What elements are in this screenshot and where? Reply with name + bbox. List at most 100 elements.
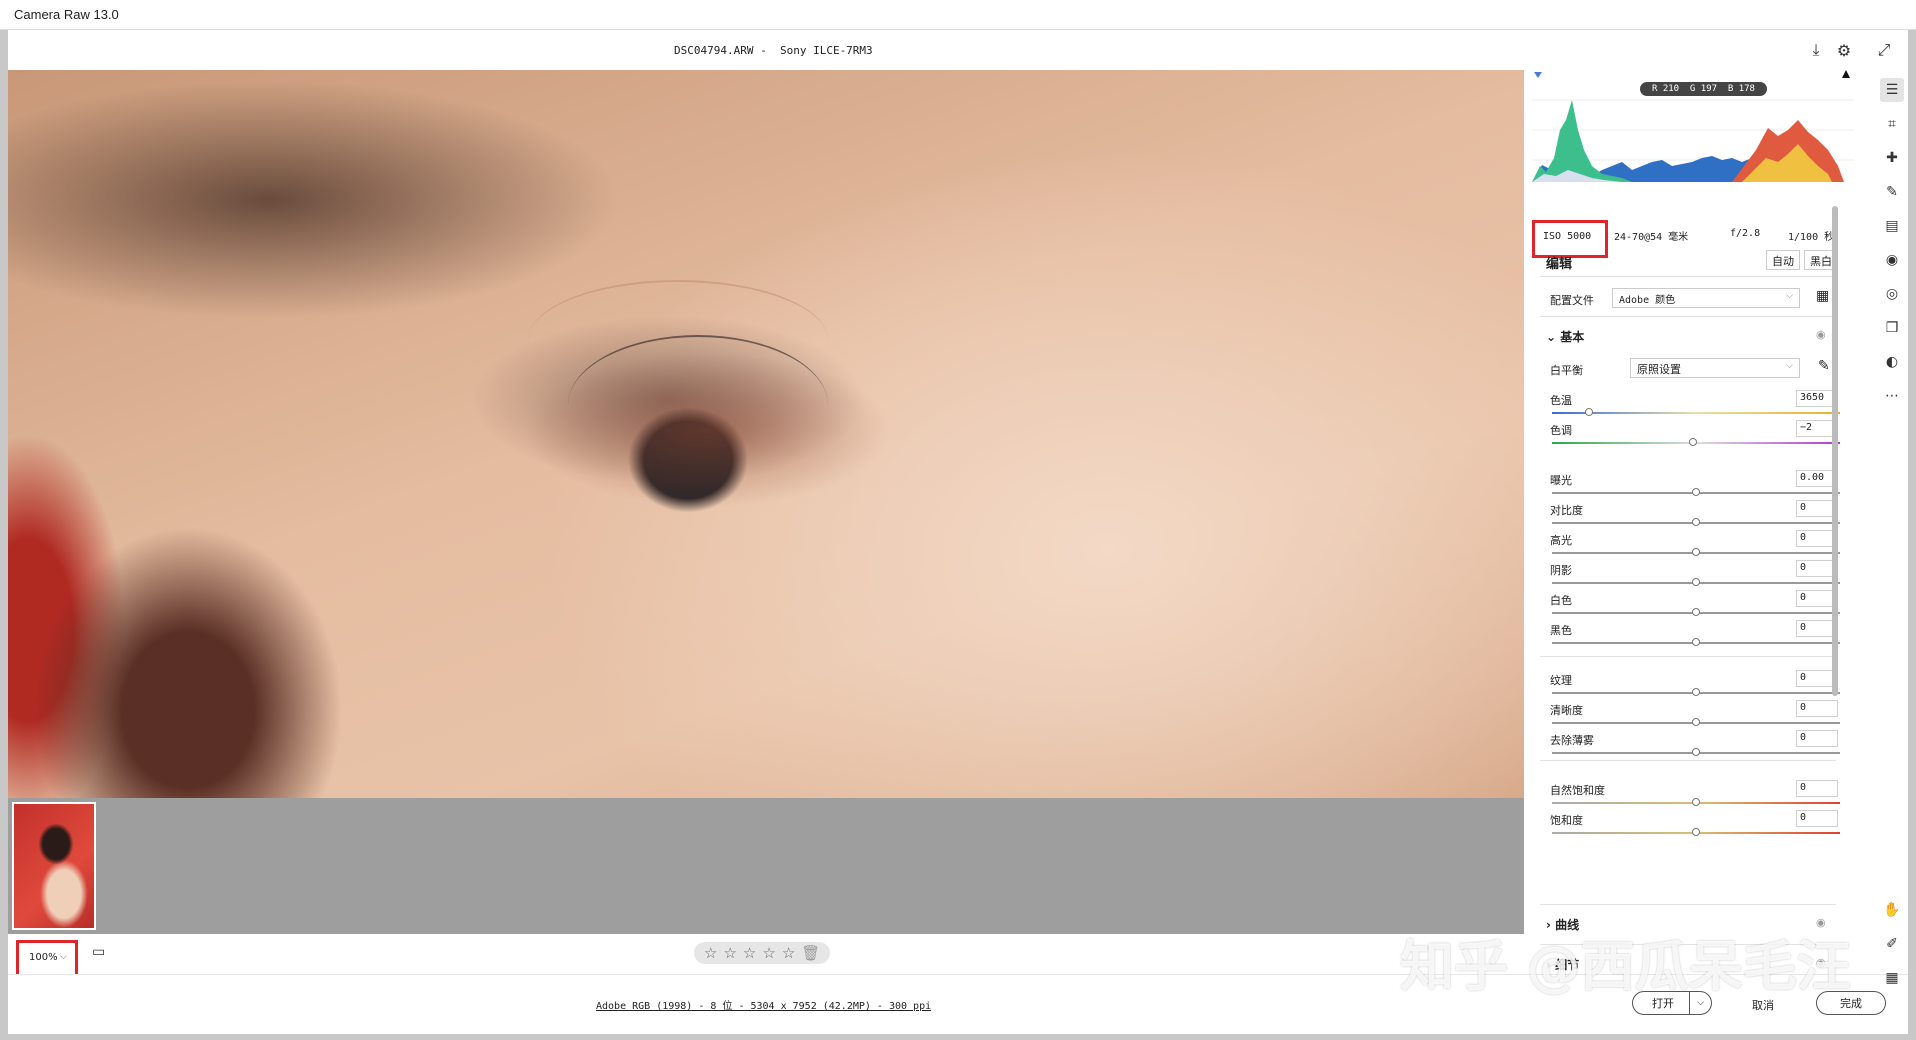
section-basic[interactable]: ⌄ 基本: [1546, 328, 1584, 345]
app-title: Camera Raw 13.0: [14, 7, 119, 22]
chevron-down-icon: ⌵: [1786, 361, 1793, 371]
slider-thumb[interactable]: [1692, 608, 1700, 616]
camera-raw-window: DSC04794.ARW - Sony ILCE-7RM3 ⤓ ⚙ ⤢ 100%…: [8, 30, 1908, 1034]
slider-thumb[interactable]: [1692, 718, 1700, 726]
exif-info: ISO 5000 24-70@54 毫米 f/2.8 1/100 秒: [1526, 220, 1858, 258]
rgb-readout: R 210 G 197 B 178: [1640, 82, 1767, 96]
filmstrip: [8, 798, 1524, 934]
divider: [1540, 760, 1836, 761]
shutter-value: 1/100 秒: [1788, 232, 1835, 243]
slider-thumb[interactable]: [1692, 488, 1700, 496]
slider-thumb[interactable]: [1585, 408, 1594, 416]
crop-icon[interactable]: ⌗: [1880, 112, 1904, 136]
slider-label: 色调: [1550, 424, 1572, 437]
trash-icon[interactable]: 🗑: [801, 944, 820, 962]
bottom-toolbar: 100% ⌵ ▭ ☆ ☆ ☆ ☆ ☆ 🗑: [8, 934, 1524, 978]
snapshots-icon[interactable]: ❐: [1880, 316, 1904, 340]
grid-icon[interactable]: ▦: [1880, 966, 1904, 990]
auto-button[interactable]: 自动: [1766, 250, 1800, 270]
histogram: R 210 G 197 B 178: [1532, 70, 1854, 192]
slider-label: 阴影: [1550, 564, 1572, 577]
chevron-down-icon: ⌵: [60, 952, 67, 962]
divider: [1540, 904, 1836, 905]
image-preview[interactable]: [8, 70, 1524, 798]
slider-track[interactable]: [1552, 748, 1840, 756]
star-icon[interactable]: ☆: [723, 944, 736, 962]
slider-track[interactable]: [1552, 548, 1840, 556]
slider-track[interactable]: [1552, 608, 1840, 616]
watermark-text: 知乎 @西瓜呆毛汪: [1400, 935, 1851, 998]
eye-icon[interactable]: ◉: [1816, 328, 1826, 341]
slider-label: 清晰度: [1550, 704, 1583, 717]
edit-panel: R 210 G 197 B 178 ISO 5000 24-70@54 毫米 f…: [1526, 70, 1858, 974]
slider-label: 白色: [1550, 594, 1572, 607]
slider-label: 黑色: [1550, 624, 1572, 637]
slider-track[interactable]: [1552, 638, 1840, 646]
slider-thumb[interactable]: [1692, 578, 1700, 586]
slider-label: 去除薄雾: [1550, 734, 1594, 747]
slider-thumb[interactable]: [1692, 798, 1700, 806]
slider-track[interactable]: [1552, 828, 1840, 836]
save-icon[interactable]: ⤓: [1806, 40, 1826, 60]
chevron-down-icon: ⌵: [1786, 291, 1793, 301]
more-icon[interactable]: ⋯: [1880, 384, 1904, 408]
workflow-options-link[interactable]: Adobe RGB (1998) - 8 位 - 5304 x 7952 (42…: [596, 997, 931, 1012]
gradient-icon[interactable]: ▤: [1880, 214, 1904, 238]
filmstrip-toggle-icon[interactable]: ▭: [92, 944, 105, 960]
edit-sliders-icon[interactable]: ☰: [1880, 78, 1904, 102]
scrollbar-thumb[interactable]: [1832, 206, 1838, 696]
slider-thumb[interactable]: [1692, 638, 1700, 646]
lens-value: 24-70@54 毫米: [1614, 232, 1689, 243]
slider-label: 纹理: [1550, 674, 1572, 687]
panel-scrollbar[interactable]: [1830, 206, 1840, 896]
slider-track[interactable]: [1552, 438, 1840, 446]
hand-icon[interactable]: ✋: [1880, 898, 1904, 922]
slider-thumb[interactable]: [1692, 548, 1700, 556]
profile-browser-icon[interactable]: ▦: [1816, 288, 1829, 304]
tool-strip: ☰ ⌗ ✚ ✎ ▤ ◉ ◎ ❐ ◐ ⋯ ✋ ✐ ▦: [1876, 70, 1908, 986]
radial-filter-icon[interactable]: ◉: [1880, 248, 1904, 272]
zoom-select[interactable]: 100% ⌵: [16, 940, 78, 978]
slider-label: 色温: [1550, 394, 1572, 407]
divider: [1540, 276, 1836, 277]
red-eye-icon[interactable]: ◎: [1880, 282, 1904, 306]
star-icon[interactable]: ☆: [704, 944, 717, 962]
fullscreen-icon[interactable]: ⤢: [1874, 40, 1894, 60]
slider-track[interactable]: [1552, 688, 1840, 696]
iso-value: ISO 5000: [1543, 231, 1592, 242]
star-icon[interactable]: ☆: [782, 944, 795, 962]
wb-select[interactable]: 原照设置 ⌵: [1630, 358, 1800, 378]
file-name: DSC04794.ARW - Sony ILCE-7RM3: [674, 44, 873, 57]
slider-label: 自然饱和度: [1550, 784, 1605, 797]
filmstrip-thumbnail[interactable]: [12, 802, 96, 930]
slider-thumb[interactable]: [1689, 438, 1698, 446]
profile-label: 配置文件: [1550, 294, 1594, 307]
eyedropper-icon[interactable]: ✎: [1818, 358, 1830, 374]
divider: [1540, 316, 1836, 317]
slider-thumb[interactable]: [1692, 688, 1700, 696]
color-sampler-icon[interactable]: ✐: [1880, 932, 1904, 956]
healing-icon[interactable]: ✚: [1880, 146, 1904, 170]
edit-title: 编辑: [1546, 257, 1573, 272]
aperture-value: f/2.8: [1730, 228, 1761, 239]
slider-thumb[interactable]: [1692, 518, 1700, 526]
slider-track[interactable]: [1552, 408, 1840, 416]
slider-thumb[interactable]: [1692, 748, 1700, 756]
profile-select[interactable]: Adobe 颜色 ⌵: [1612, 288, 1800, 308]
presets-icon[interactable]: ◐: [1880, 350, 1904, 374]
star-icon[interactable]: ☆: [743, 944, 756, 962]
wb-label: 白平衡: [1550, 364, 1583, 377]
slider-track[interactable]: [1552, 518, 1840, 526]
file-bar: DSC04794.ARW - Sony ILCE-7RM3 ⤓ ⚙ ⤢: [8, 30, 1908, 70]
slider-thumb[interactable]: [1692, 828, 1700, 836]
slider-track[interactable]: [1552, 578, 1840, 586]
section-basic-title: 基本: [1560, 330, 1585, 344]
slider-track[interactable]: [1552, 488, 1840, 496]
gear-icon[interactable]: ⚙: [1834, 40, 1854, 60]
wb-value: 原照设置: [1637, 363, 1681, 376]
brush-icon[interactable]: ✎: [1880, 180, 1904, 204]
star-icon[interactable]: ☆: [762, 944, 775, 962]
slider-track[interactable]: [1552, 798, 1840, 806]
slider-label: 曝光: [1550, 474, 1572, 487]
slider-track[interactable]: [1552, 718, 1840, 726]
